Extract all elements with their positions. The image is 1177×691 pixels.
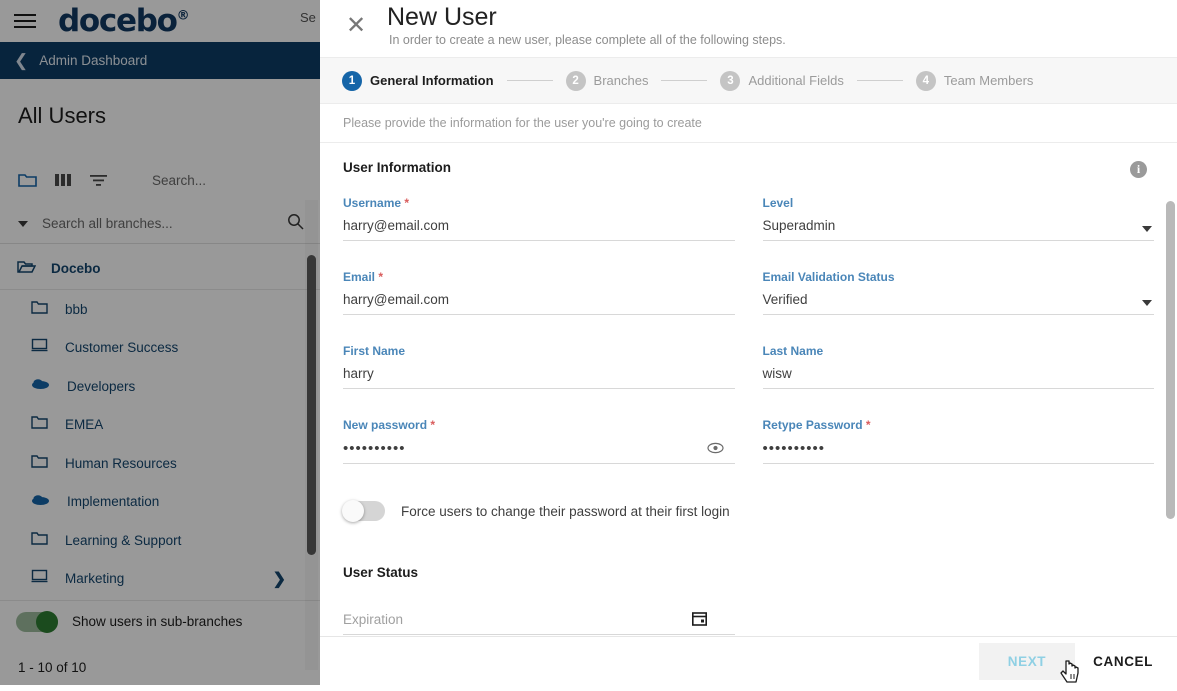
- retype-password-input[interactable]: ••••••••••: [763, 440, 1155, 464]
- field-email-validation-status: Email Validation Status Verified: [763, 270, 1155, 315]
- step-label: Branches: [594, 73, 649, 88]
- field-label-text: Retype Password: [763, 418, 863, 432]
- info-icon[interactable]: i: [1130, 161, 1147, 178]
- modal-hint: Please provide the information for the u…: [320, 104, 1177, 143]
- force-password-change-row[interactable]: Force users to change their password at …: [343, 501, 1154, 521]
- field-label: Level: [763, 196, 1155, 210]
- step-number: 1: [342, 71, 362, 91]
- step-label: General Information: [370, 73, 494, 88]
- field-email: Email * harry@email.com: [343, 270, 735, 315]
- step-number: 3: [720, 71, 740, 91]
- step-number: 2: [566, 71, 586, 91]
- field-label-text: Level: [763, 196, 794, 210]
- calendar-icon[interactable]: [692, 611, 707, 631]
- field-label-text: New password: [343, 418, 427, 432]
- step-connector: [507, 80, 553, 81]
- expiration-input[interactable]: Expiration: [343, 612, 735, 635]
- field-label: Username *: [343, 196, 735, 210]
- step-connector: [857, 80, 903, 81]
- required-marker: *: [430, 418, 435, 432]
- step-general-information[interactable]: 1 General Information: [342, 71, 494, 91]
- field-expiration: Expiration: [343, 612, 735, 635]
- user-information-form: Username * harry@email.com Level Superad…: [343, 196, 1154, 464]
- chevron-down-icon[interactable]: [1142, 226, 1152, 232]
- field-username: Username * harry@email.com: [343, 196, 735, 241]
- field-last-name: Last Name wisw: [763, 344, 1155, 389]
- modal-scrollbar-thumb[interactable]: [1166, 201, 1175, 519]
- user-status-form: Expiration: [343, 612, 1154, 635]
- field-first-name: First Name harry: [343, 344, 735, 389]
- step-team-members[interactable]: 4 Team Members: [916, 71, 1034, 91]
- required-marker: *: [378, 270, 383, 284]
- field-label-text: Last Name: [763, 344, 824, 358]
- required-marker: *: [404, 196, 409, 210]
- email-validation-select[interactable]: Verified: [763, 292, 1155, 315]
- step-label: Additional Fields: [748, 73, 843, 88]
- step-connector: [661, 80, 707, 81]
- field-label: First Name: [343, 344, 735, 358]
- modal-header: ✕ New User In order to create a new user…: [320, 0, 1177, 57]
- required-marker: *: [866, 418, 871, 432]
- field-label: Last Name: [763, 344, 1155, 358]
- cancel-button[interactable]: CANCEL: [1083, 643, 1163, 680]
- section-title-user-information: User Information: [343, 160, 1154, 175]
- section-title-user-status: User Status: [343, 565, 1154, 580]
- field-label: Retype Password *: [763, 418, 1155, 432]
- force-password-change-label: Force users to change their password at …: [401, 504, 730, 519]
- field-label: Email Validation Status: [763, 270, 1155, 284]
- first-name-input[interactable]: harry: [343, 366, 735, 389]
- level-select[interactable]: Superadmin: [763, 218, 1155, 241]
- email-input[interactable]: harry@email.com: [343, 292, 735, 315]
- new-user-modal: ✕ New User In order to create a new user…: [320, 0, 1177, 685]
- field-label-text: Username: [343, 196, 401, 210]
- username-input[interactable]: harry@email.com: [343, 218, 735, 241]
- last-name-input[interactable]: wisw: [763, 366, 1155, 389]
- close-icon[interactable]: ✕: [344, 14, 368, 38]
- modal-subtitle: In order to create a new user, please co…: [389, 33, 786, 47]
- step-additional-fields[interactable]: 3 Additional Fields: [720, 71, 843, 91]
- field-label-text: First Name: [343, 344, 405, 358]
- modal-footer: NEXT CANCEL: [320, 636, 1177, 685]
- wizard-stepper: 1 General Information 2 Branches 3 Addit…: [320, 57, 1177, 104]
- field-label: Email *: [343, 270, 735, 284]
- chevron-down-icon[interactable]: [1142, 300, 1152, 306]
- modal-title: New User: [387, 3, 497, 32]
- field-label-text: Email: [343, 270, 375, 284]
- field-retype-password: Retype Password * ••••••••••: [763, 418, 1155, 464]
- step-label: Team Members: [944, 73, 1034, 88]
- field-label-text: Email Validation Status: [763, 270, 895, 284]
- field-level: Level Superadmin: [763, 196, 1155, 241]
- eye-icon[interactable]: [707, 441, 724, 459]
- step-number: 4: [916, 71, 936, 91]
- field-new-password: New password * ••••••••••: [343, 418, 735, 464]
- mouse-cursor: [1060, 660, 1082, 691]
- new-password-input[interactable]: ••••••••••: [343, 440, 735, 464]
- field-label: New password *: [343, 418, 735, 432]
- step-branches[interactable]: 2 Branches: [566, 71, 649, 91]
- force-password-change-toggle[interactable]: [343, 501, 385, 521]
- modal-body: User Information i Username * harry@emai…: [320, 143, 1177, 636]
